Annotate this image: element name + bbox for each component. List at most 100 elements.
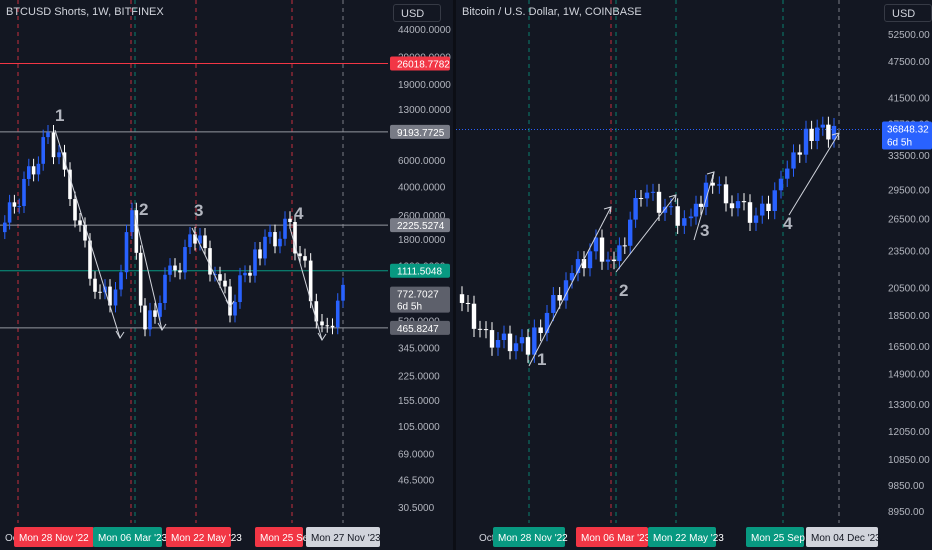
right-candle-body xyxy=(519,337,525,344)
right-y-tick: 10850.00 xyxy=(888,455,930,466)
left-y-tick: 1800.0000 xyxy=(398,235,446,246)
right-candle-body xyxy=(815,127,820,141)
left-candle-body xyxy=(273,232,277,247)
left-y-tick: 105.0000 xyxy=(398,422,440,433)
right-candle-body xyxy=(735,201,741,209)
right-candle-body xyxy=(803,128,809,155)
right-wave-label-1: 1 xyxy=(537,350,546,369)
left-wave-label-3: 3 xyxy=(194,201,203,220)
left-candle-body xyxy=(17,206,21,208)
left-y-tick: 4000.0000 xyxy=(398,183,446,194)
left-candle-body xyxy=(138,252,143,306)
right-candle-body xyxy=(507,333,513,352)
left-candle-body xyxy=(238,275,242,303)
left-price-label-countdown: 6d 5h xyxy=(397,302,422,313)
left-candle-body xyxy=(320,321,324,326)
left-candle-body xyxy=(203,235,207,249)
left-chart-legend[interactable]: BTCUSD Shorts, 1W, BITFINEX xyxy=(6,6,164,18)
left-candle-body xyxy=(335,300,340,328)
right-wave-arrow-1 xyxy=(615,194,677,273)
right-y-tick: 20500.00 xyxy=(888,284,930,295)
left-wave-arrow-2 xyxy=(191,227,231,308)
right-candle-body xyxy=(791,152,796,169)
right-wave-label-4: 4 xyxy=(783,214,793,233)
left-candle-body xyxy=(93,278,97,292)
right-candle-body xyxy=(465,302,471,304)
left-chart-pane[interactable]: 123444000.000029000.000019000.000013000.… xyxy=(0,0,453,550)
left-candle-body xyxy=(153,310,157,317)
left-y-tick: 19000.0000 xyxy=(398,80,451,91)
right-candle-body xyxy=(766,203,771,211)
left-currency-button[interactable]: USD xyxy=(393,4,441,22)
right-candle-body xyxy=(785,168,790,179)
right-candle-body xyxy=(797,152,802,155)
right-candle-body xyxy=(698,203,704,207)
right-candle-body xyxy=(557,295,562,301)
left-candle-body xyxy=(31,166,36,175)
left-price-label-text: 772.7027 xyxy=(397,290,439,301)
right-candle-body xyxy=(495,340,501,348)
right-candle-body xyxy=(513,343,519,352)
left-candle-body xyxy=(119,272,123,290)
left-candle-body xyxy=(341,284,345,301)
right-candle-body xyxy=(826,124,831,140)
right-y-tick: 18500.00 xyxy=(888,311,930,322)
left-candle-body xyxy=(163,274,167,303)
right-candle-body xyxy=(741,201,747,203)
left-candle-body xyxy=(143,305,147,330)
left-candle-body xyxy=(57,152,61,158)
right-candle-body xyxy=(617,245,622,262)
left-candle-body xyxy=(288,218,292,223)
left-candle-body xyxy=(278,238,282,247)
left-candle-body xyxy=(330,325,335,328)
right-candle-body xyxy=(656,191,662,213)
left-candle-body xyxy=(268,232,272,237)
left-x-label: Mon 22 May '23 xyxy=(171,533,242,544)
right-candle-body xyxy=(483,329,489,331)
left-y-tick: 46.5000 xyxy=(398,475,435,486)
left-wave-label-4: 4 xyxy=(294,204,304,223)
right-y-tick: 14900.00 xyxy=(888,370,930,381)
right-price-label-countdown: 6d 5h xyxy=(887,137,912,148)
left-y-tick: 13000.0000 xyxy=(398,105,451,116)
right-candle-body xyxy=(693,203,699,217)
right-candle-body xyxy=(831,125,837,140)
left-candle-body xyxy=(223,280,227,287)
left-candle-body xyxy=(113,289,118,306)
right-chart-pane[interactable]: 1 2 3 4 52500.00 47500.00 41500.00 33500.00 2950… xyxy=(456,0,932,550)
right-candle-body xyxy=(599,237,605,262)
left-candle-body xyxy=(178,270,182,273)
left-candle-body xyxy=(12,202,17,207)
right-candle-body xyxy=(650,191,656,193)
left-candle-body xyxy=(78,220,82,225)
right-candle-body xyxy=(628,219,633,246)
right-wave-arrow-3 xyxy=(788,132,840,216)
right-candle-body xyxy=(747,202,753,223)
left-candle-body xyxy=(233,302,237,316)
right-candle-body xyxy=(820,124,825,128)
left-candle-body xyxy=(27,166,31,179)
left-candle-body xyxy=(188,234,192,248)
left-y-tick: 345.0000 xyxy=(398,344,440,355)
right-candle-body xyxy=(605,259,611,262)
right-wave-label-3: 3 xyxy=(700,221,709,240)
right-x-label: Mon 04 Dec '23 xyxy=(811,533,881,544)
right-y-tick: 29500.00 xyxy=(888,185,930,196)
right-x-label: Mon 06 Mar '23 xyxy=(581,533,651,544)
left-price-label-text: 26018.7782 xyxy=(397,60,450,71)
right-candle-body xyxy=(551,295,556,313)
right-chart-svg[interactable]: 1 2 3 4 52500.00 47500.00 41500.00 33500.00 2950… xyxy=(456,0,932,550)
right-y-tick: 8950.00 xyxy=(888,507,925,518)
left-y-tick: 30.5000 xyxy=(398,503,435,514)
right-currency-button[interactable]: USD xyxy=(884,4,932,22)
left-candle-body xyxy=(46,132,50,138)
left-chart-svg[interactable]: 123444000.000029000.000019000.000013000.… xyxy=(0,0,453,550)
right-candle-body xyxy=(538,327,543,333)
left-x-label: Mon 28 Nov '22 xyxy=(19,533,89,544)
right-candle-body xyxy=(729,203,735,209)
right-chart-legend[interactable]: Bitcoin / U.S. Dollar, 1W, COINBASE xyxy=(462,6,642,18)
right-candle-body xyxy=(501,333,507,341)
right-candle-body xyxy=(633,197,638,220)
right-candle-body xyxy=(532,327,537,355)
right-candle-body xyxy=(772,190,777,211)
